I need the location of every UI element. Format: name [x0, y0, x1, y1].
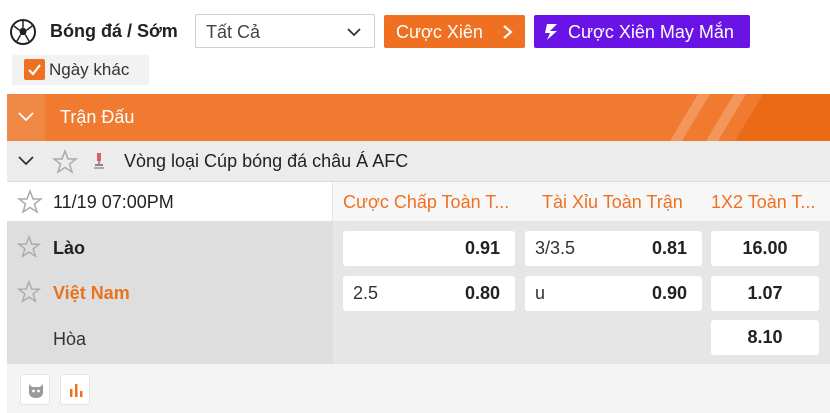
header-stripes-decoration: [670, 94, 830, 141]
lucky-parlay-button[interactable]: Cược Xiên May Mắn: [534, 15, 750, 48]
odds-cell-over[interactable]: 3/3.5 0.81: [525, 231, 702, 266]
odds-price: 8.10: [747, 327, 783, 347]
sport-title: Bóng đá / Sớm: [50, 21, 178, 41]
trophy-icon: [94, 153, 104, 169]
odds-price: 16.00: [742, 238, 788, 258]
favorite-star-icon[interactable]: [17, 280, 41, 304]
other-days-toggle[interactable]: Ngày khác: [12, 55, 149, 85]
section-title: Trận Đấu: [60, 107, 135, 127]
match-header-row: 11/19 07:00PM Cược Chấp Toàn T... Tài Xỉ…: [7, 182, 830, 221]
draw-label: Hòa: [53, 329, 87, 349]
teams-column: Lào Việt Nam Hòa: [7, 221, 333, 364]
chevron-down-icon: [18, 112, 34, 122]
favorite-star-icon[interactable]: [17, 235, 41, 259]
odds-cell-1x2-home[interactable]: 16.00: [711, 231, 819, 266]
favorite-star-icon[interactable]: [17, 189, 43, 215]
odds-line: u: [535, 283, 546, 303]
mascot-button[interactable]: [20, 374, 50, 405]
market-select-value: Tất Cả: [206, 22, 261, 42]
odds-cell-under[interactable]: u 0.90: [525, 276, 702, 311]
match-datetime: 11/19 07:00PM: [53, 192, 174, 212]
chevron-down-icon: [347, 28, 361, 37]
statistics-button[interactable]: [60, 374, 90, 405]
lucky-parlay-button-label: Cược Xiên May Mắn: [568, 22, 734, 42]
market-select[interactable]: Tất Cả: [195, 14, 375, 48]
away-team-name: Việt Nam: [53, 283, 130, 303]
odds-price: 1.07: [747, 283, 783, 303]
odds-price: 0.91: [464, 238, 500, 258]
stats-icon: [70, 384, 83, 397]
odds-cell-handicap-away[interactable]: 2.5 0.80: [343, 276, 515, 311]
odds-price: 0.81: [651, 238, 687, 258]
favorite-star-icon[interactable]: [52, 149, 78, 175]
matches-section-header: Trận Đấu: [7, 94, 830, 141]
collapse-all-button[interactable]: [7, 94, 45, 141]
home-team-name: Lào: [53, 238, 86, 258]
mascot-icon: [29, 384, 43, 398]
lightning-icon: [545, 24, 557, 40]
chevron-right-icon: [503, 25, 513, 39]
parlay-button[interactable]: Cược Xiên: [384, 15, 525, 48]
parlay-button-label: Cược Xiên: [396, 22, 483, 42]
odds-cell-1x2-away[interactable]: 1.07: [711, 276, 819, 311]
column-header-1x2: 1X2 Toàn T...: [711, 192, 816, 212]
odds-line: 3/3.5: [535, 238, 576, 258]
odds-cell-1x2-draw[interactable]: 8.10: [711, 320, 819, 355]
odds-line: 2.5: [353, 283, 379, 303]
match-footer: [7, 364, 830, 413]
odds-cell-handicap-home[interactable]: 0.91: [343, 231, 515, 266]
odds-price: 0.90: [651, 283, 687, 303]
odds-price: 0.80: [464, 283, 500, 303]
match-time-cell: 11/19 07:00PM: [7, 182, 333, 221]
chevron-down-icon[interactable]: [17, 154, 35, 168]
match-odds-body: Lào Việt Nam Hòa 0.91 2.5 0.80 3/3.5 0.8…: [7, 221, 830, 364]
filter-bar: Bóng đá / Sớm Tất Cả Cược Xiên Cược Xiên…: [0, 0, 830, 90]
column-header-handicap: Cược Chấp Toàn T...: [343, 192, 510, 212]
column-header-over-under: Tài Xỉu Toàn Trận: [542, 192, 683, 212]
league-name: Vòng loại Cúp bóng đá châu Á AFC: [124, 151, 409, 171]
other-days-label: Ngày khác: [49, 60, 130, 79]
league-row[interactable]: Vòng loại Cúp bóng đá châu Á AFC: [7, 141, 830, 182]
checkbox-icon[interactable]: [24, 59, 45, 80]
soccer-ball-icon: [10, 19, 36, 45]
